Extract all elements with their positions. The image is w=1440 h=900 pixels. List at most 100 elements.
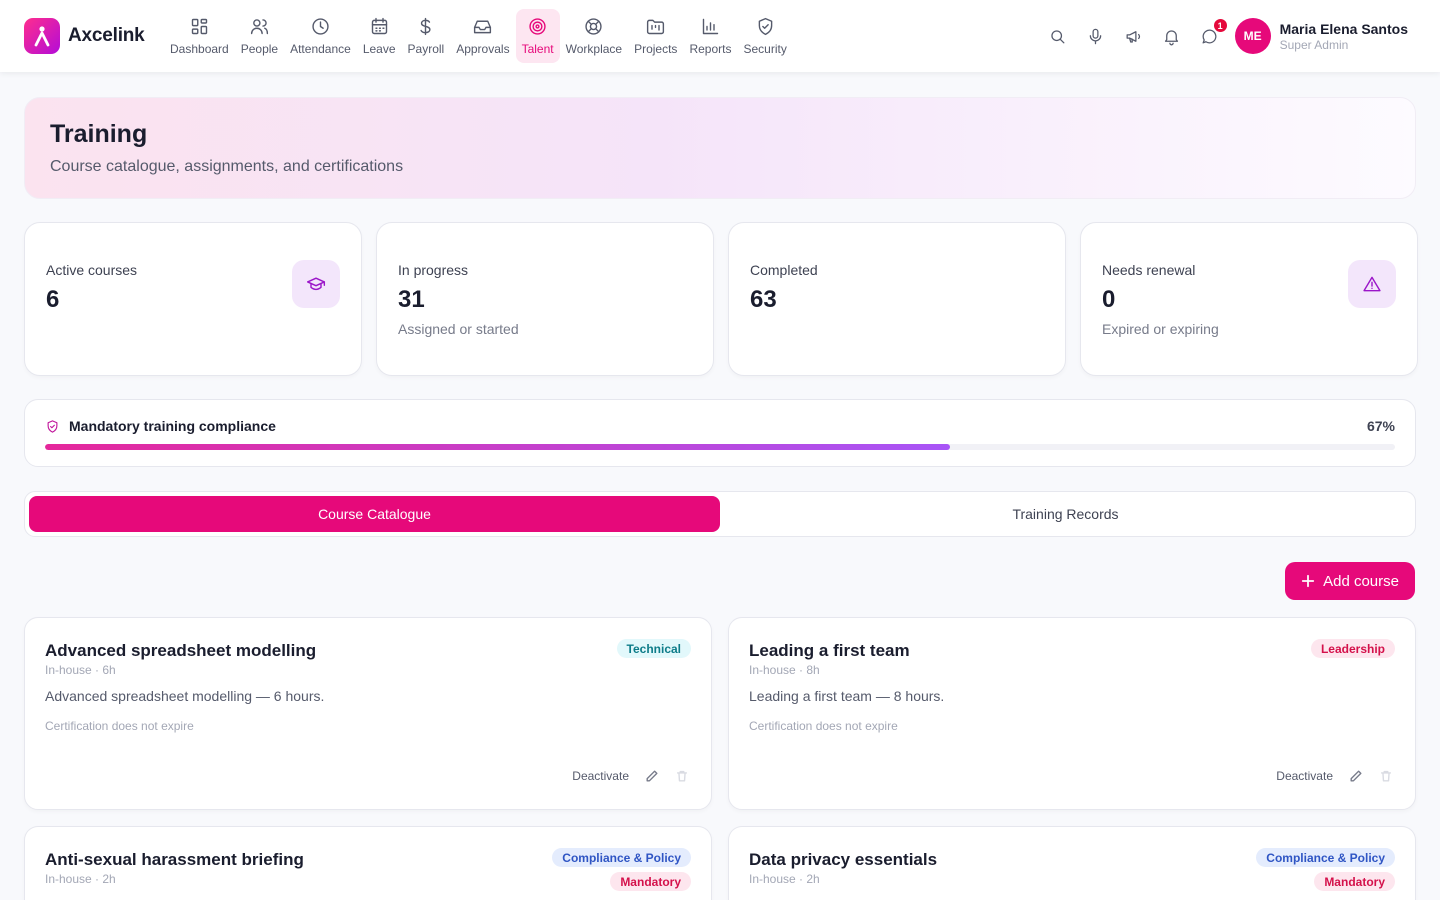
alert-triangle-icon (1363, 276, 1381, 292)
announcements-button[interactable] (1115, 16, 1153, 56)
compliance-progress-card: Mandatory training compliance 67% (24, 399, 1416, 467)
dashboard-icon (191, 18, 208, 35)
nav-label: Projects (634, 42, 678, 56)
stat-card-in-progress: In progress 31 Assigned or started (376, 222, 714, 376)
app-logo[interactable]: Axcelink (24, 18, 145, 54)
user-name: Maria Elena Santos (1279, 20, 1408, 37)
nav-item-attendance[interactable]: Attendance (284, 9, 357, 63)
header-tools: 1 ME Maria Elena Santos Super Admin (1039, 16, 1408, 56)
stat-value: 6 (46, 286, 60, 313)
user-info[interactable]: Maria Elena Santos Super Admin (1280, 21, 1408, 52)
stat-subtext: Expired or expiring (1102, 321, 1219, 337)
tab-course-catalogue[interactable]: Course Catalogue (29, 496, 720, 532)
shield-icon (758, 17, 772, 36)
main-nav: Dashboard People Attendance Leave Payrol… (164, 9, 793, 63)
course-card[interactable]: Data privacy essentials In-house · 2h Co… (728, 826, 1416, 900)
bell-icon (1165, 29, 1179, 45)
nav-item-talent[interactable]: Talent (515, 9, 560, 63)
nav-label: Approvals (456, 42, 510, 56)
page-title: Training (50, 120, 148, 148)
trash-icon[interactable] (1379, 769, 1393, 783)
mandatory-badge: Mandatory (1314, 872, 1395, 891)
course-certification: Certification does not expire (749, 719, 898, 733)
stat-value: 0 (1102, 286, 1116, 313)
graduation-cap-icon (306, 277, 326, 291)
course-description: Leading a first team — 8 hours. (749, 688, 945, 704)
nav-item-workplace[interactable]: Workplace (560, 9, 628, 63)
course-card[interactable]: Advanced spreadsheet modelling In-house … (24, 617, 712, 810)
nav-label: Dashboard (170, 42, 229, 56)
clock-icon (312, 18, 329, 35)
course-category-badge: Compliance & Policy (1256, 848, 1395, 867)
course-card[interactable]: Leading a first team In-house · 8h Leadi… (728, 617, 1416, 810)
course-category-badge: Technical (616, 639, 691, 658)
course-meta: In-house · 2h (749, 872, 820, 886)
stat-label: In progress (398, 262, 469, 278)
inbox-icon (474, 20, 492, 34)
add-course-button[interactable]: Add course (1285, 562, 1415, 600)
compliance-percent: 67% (1366, 418, 1395, 434)
nav-label: Leave (362, 42, 396, 56)
notifications-button[interactable] (1153, 16, 1191, 56)
top-navigation-bar: Axcelink Dashboard People Attendance Lea… (0, 0, 1440, 72)
nav-item-reports[interactable]: Reports (683, 9, 737, 63)
pencil-icon[interactable] (645, 769, 659, 783)
trash-icon[interactable] (675, 769, 689, 783)
stat-subtext: Assigned or started (398, 321, 519, 337)
nav-label: Attendance (290, 42, 351, 56)
folder-kanban-icon (647, 19, 665, 35)
dollar-icon (420, 17, 431, 36)
nav-label: Workplace (565, 42, 623, 56)
course-actions: Deactivate (1276, 769, 1393, 783)
training-tabs: Course Catalogue Training Records (24, 491, 1416, 537)
search-icon (1051, 29, 1065, 43)
compliance-title: Mandatory training compliance (45, 418, 276, 434)
add-course-label: Add course (1323, 572, 1399, 590)
notification-badge: 1 (1212, 18, 1228, 33)
pencil-icon[interactable] (1349, 769, 1363, 783)
course-title: Data privacy essentials (749, 850, 938, 869)
course-card[interactable]: Anti-sexual harassment briefing In-house… (24, 826, 712, 900)
voice-button[interactable] (1077, 16, 1115, 56)
course-certification: Certification does not expire (45, 719, 194, 733)
stat-label: Completed (750, 262, 818, 278)
stat-value: 63 (750, 286, 777, 313)
deactivate-button[interactable]: Deactivate (1276, 769, 1333, 783)
tab-training-records[interactable]: Training Records (720, 496, 1411, 532)
microphone-icon (1089, 28, 1102, 44)
course-title: Anti-sexual harassment briefing (45, 850, 304, 869)
nav-item-projects[interactable]: Projects (628, 9, 683, 63)
nav-label: Security (743, 42, 787, 56)
nav-item-approvals[interactable]: Approvals (450, 9, 515, 63)
course-meta: In-house · 6h (45, 663, 116, 677)
course-category-badge: Compliance & Policy (552, 848, 691, 867)
user-role: Super Admin (1279, 37, 1349, 52)
avatar[interactable]: ME (1234, 18, 1271, 54)
nav-label: Payroll (407, 42, 445, 56)
nav-item-security[interactable]: Security (737, 9, 792, 63)
shield-check-icon (47, 419, 58, 433)
axcelink-logo-icon (24, 18, 60, 54)
nav-item-payroll[interactable]: Payroll (402, 9, 451, 63)
people-icon (250, 19, 268, 35)
nav-item-dashboard[interactable]: Dashboard (164, 9, 235, 63)
nav-label: Talent (521, 42, 554, 56)
compliance-label: Mandatory training compliance (69, 418, 276, 434)
course-meta: In-house · 8h (749, 663, 820, 677)
messages-button[interactable]: 1 (1191, 16, 1229, 56)
stat-icon-container (1348, 260, 1396, 308)
search-button[interactable] (1039, 16, 1077, 56)
stat-card-completed: Completed 63 (728, 222, 1066, 376)
deactivate-button[interactable]: Deactivate (572, 769, 629, 783)
course-description: Advanced spreadsheet modelling — 6 hours… (45, 688, 325, 704)
stat-icon-container (292, 260, 340, 308)
nav-label: Reports (689, 42, 732, 56)
stat-card-needs-renewal: Needs renewal 0 Expired or expiring (1080, 222, 1418, 376)
nav-item-leave[interactable]: Leave (357, 9, 402, 63)
nav-item-people[interactable]: People (235, 9, 284, 63)
course-title: Advanced spreadsheet modelling (45, 641, 317, 660)
page-subtitle: Course catalogue, assignments, and certi… (50, 158, 404, 175)
stat-label: Active courses (46, 262, 138, 278)
calendar-icon (371, 17, 387, 35)
course-actions: Deactivate (572, 769, 689, 783)
